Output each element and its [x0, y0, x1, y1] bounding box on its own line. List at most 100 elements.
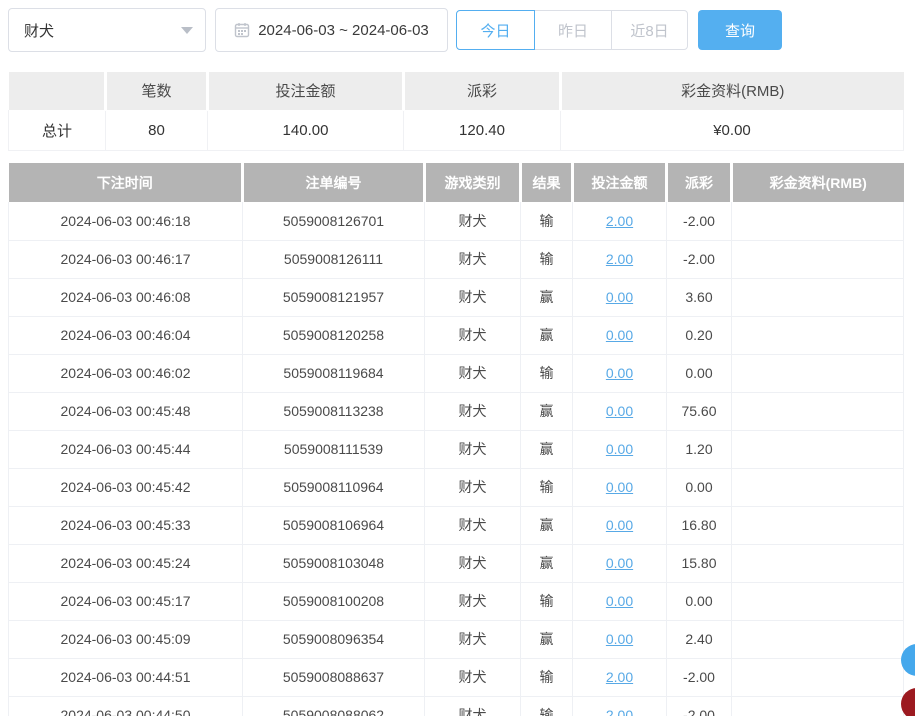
bet-amount-link[interactable]: 0.00	[606, 365, 633, 381]
cell-bet-amount: 0.00	[572, 468, 667, 507]
cell-result: 赢	[520, 620, 573, 659]
cell-result: 输	[520, 696, 573, 716]
cell-bet-time: 2024-06-03 00:45:17	[8, 582, 243, 621]
cell-bet-amount: 0.00	[572, 506, 667, 545]
cell-bet-time: 2024-06-03 00:46:17	[8, 240, 243, 279]
cell-bonus	[731, 468, 904, 507]
cell-game-type: 财犬	[424, 202, 521, 241]
bet-amount-link[interactable]: 2.00	[606, 669, 633, 685]
cell-game-type: 财犬	[424, 544, 521, 583]
cell-bet-time: 2024-06-03 00:46:04	[8, 316, 243, 355]
cell-result: 输	[520, 658, 573, 697]
cell-bet-time: 2024-06-03 00:45:42	[8, 468, 243, 507]
cell-bet-id: 5059008100208	[242, 582, 425, 621]
table-row: 2024-06-03 00:45:33 5059008106964 财犬 赢 0…	[8, 506, 904, 545]
bet-amount-link[interactable]: 0.00	[606, 555, 633, 571]
cell-bet-time: 2024-06-03 00:46:08	[8, 278, 243, 317]
cell-bet-amount: 2.00	[572, 658, 667, 697]
table-row: 2024-06-03 00:45:17 5059008100208 财犬 输 0…	[8, 582, 904, 621]
date-range-value: 2024-06-03 ~ 2024-06-03	[258, 21, 429, 39]
cell-bonus	[731, 354, 904, 393]
cell-bonus	[731, 582, 904, 621]
yesterday-button[interactable]: 昨日	[534, 10, 612, 50]
cell-bet-amount: 0.00	[572, 354, 667, 393]
bets-header-game-type: 游戏类别	[424, 163, 522, 202]
cell-bet-id: 5059008103048	[242, 544, 425, 583]
bet-amount-link[interactable]: 0.00	[606, 441, 633, 457]
cell-bonus	[731, 506, 904, 545]
bet-amount-link[interactable]: 2.00	[606, 213, 633, 229]
summary-header-bonus: 彩金资料(RMB)	[560, 72, 904, 110]
cell-result: 输	[520, 354, 573, 393]
summary-header-empty	[8, 72, 107, 110]
bet-amount-link[interactable]: 0.00	[606, 479, 633, 495]
cell-bonus	[731, 430, 904, 469]
cell-payout: -2.00	[666, 240, 732, 279]
cell-result: 输	[520, 240, 573, 279]
table-row: 2024-06-03 00:45:42 5059008110964 财犬 输 0…	[8, 468, 904, 507]
bets-header-result: 结果	[520, 163, 574, 202]
bet-amount-link[interactable]: 0.00	[606, 289, 633, 305]
cell-bonus	[731, 696, 904, 716]
cell-result: 输	[520, 202, 573, 241]
cell-bonus	[731, 392, 904, 431]
cell-bet-time: 2024-06-03 00:46:02	[8, 354, 243, 393]
cell-game-type: 财犬	[424, 278, 521, 317]
summary-total-row: 总计 80 140.00 120.40 ¥0.00	[8, 109, 904, 151]
cell-game-type: 财犬	[424, 240, 521, 279]
table-row: 2024-06-03 00:44:51 5059008088637 财犬 输 2…	[8, 658, 904, 697]
game-select[interactable]: 财犬	[8, 8, 206, 52]
cell-bet-id: 5059008088637	[242, 658, 425, 697]
search-button[interactable]: 查询	[698, 10, 782, 50]
cell-bet-amount: 0.00	[572, 278, 667, 317]
cell-game-type: 财犬	[424, 620, 521, 659]
cell-game-type: 财犬	[424, 506, 521, 545]
cell-bet-id: 5059008088062	[242, 696, 425, 716]
last-8-days-button[interactable]: 近8日	[611, 10, 688, 50]
cell-payout: 0.00	[666, 354, 732, 393]
date-range-input[interactable]: 2024-06-03 ~ 2024-06-03	[215, 8, 448, 52]
cell-result: 赢	[520, 506, 573, 545]
cell-bet-amount: 2.00	[572, 240, 667, 279]
bets-header-bonus: 彩金资料(RMB)	[731, 163, 904, 202]
cell-bet-id: 5059008113238	[242, 392, 425, 431]
bets-header-time: 下注时间	[8, 163, 244, 202]
table-row: 2024-06-03 00:46:02 5059008119684 财犬 输 0…	[8, 354, 904, 393]
cell-bet-time: 2024-06-03 00:44:50	[8, 696, 243, 716]
cell-payout: 1.20	[666, 430, 732, 469]
bets-header-bet-id: 注单编号	[242, 163, 426, 202]
bet-amount-link[interactable]: 2.00	[606, 251, 633, 267]
table-row: 2024-06-03 00:46:17 5059008126111 财犬 输 2…	[8, 240, 904, 279]
table-row: 2024-06-03 00:46:18 5059008126701 财犬 输 2…	[8, 202, 904, 241]
bet-amount-link[interactable]: 0.00	[606, 517, 633, 533]
summary-header-bet-amount: 投注金额	[207, 72, 405, 110]
cell-payout: 75.60	[666, 392, 732, 431]
cell-bet-id: 5059008120258	[242, 316, 425, 355]
table-row: 2024-06-03 00:46:08 5059008121957 财犬 赢 0…	[8, 278, 904, 317]
cell-bonus	[731, 240, 904, 279]
cell-bonus	[731, 278, 904, 317]
cell-bet-id: 5059008106964	[242, 506, 425, 545]
today-button[interactable]: 今日	[456, 10, 535, 50]
cell-bet-time: 2024-06-03 00:44:51	[8, 658, 243, 697]
bet-amount-link[interactable]: 0.00	[606, 631, 633, 647]
cell-result: 输	[520, 582, 573, 621]
bet-amount-link[interactable]: 2.00	[606, 707, 633, 716]
table-row: 2024-06-03 00:45:24 5059008103048 财犬 赢 0…	[8, 544, 904, 583]
bets-header-payout: 派彩	[666, 163, 733, 202]
bet-amount-link[interactable]: 0.00	[606, 327, 633, 343]
cell-result: 赢	[520, 392, 573, 431]
cell-result: 赢	[520, 316, 573, 355]
summary-total-count: 80	[105, 109, 208, 151]
cell-bonus	[731, 544, 904, 583]
cell-bonus	[731, 316, 904, 355]
bet-amount-link[interactable]: 0.00	[606, 403, 633, 419]
cell-bet-amount: 2.00	[572, 696, 667, 716]
cell-payout: 16.80	[666, 506, 732, 545]
bet-amount-link[interactable]: 0.00	[606, 593, 633, 609]
table-row: 2024-06-03 00:45:44 5059008111539 财犬 赢 0…	[8, 430, 904, 469]
cell-result: 赢	[520, 544, 573, 583]
cell-game-type: 财犬	[424, 468, 521, 507]
cell-bet-amount: 0.00	[572, 582, 667, 621]
cell-bet-id: 5059008096354	[242, 620, 425, 659]
